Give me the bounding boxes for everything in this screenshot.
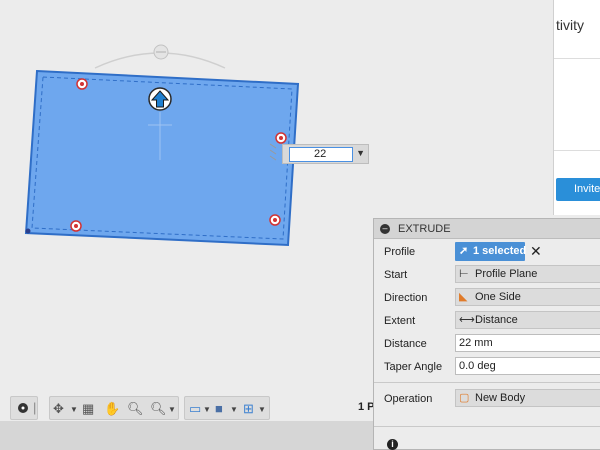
start-dropdown[interactable]: ⊢ Profile Plane — [455, 265, 600, 283]
display-group: ▭ ▼ ■ ▼ ⊞ ▼ — [184, 396, 270, 420]
direction-value: One Side — [475, 291, 521, 303]
extent-value: Distance — [475, 314, 518, 326]
taper-angle-input[interactable]: 0.0 deg — [455, 357, 600, 375]
operation-dropdown[interactable]: ▢ New Body — [455, 389, 600, 407]
distance-dimension-box: 22 ▼ — [282, 144, 369, 164]
distance-dimension-input[interactable]: 22 — [289, 147, 353, 162]
orbit-icon[interactable]: ✥ — [53, 402, 64, 416]
sketch-point-marker[interactable] — [269, 214, 281, 226]
extent-dropdown[interactable]: ⟷ Distance — [455, 311, 600, 329]
zoom-dropdown-icon[interactable]: ▼ — [168, 405, 176, 414]
distance-input[interactable]: 22 mm — [455, 334, 600, 352]
navigation-toolbar: | ✥ ▼ ▦ ✋ 🔍︎ 🔍︎ ▼ ▭ ▼ ■ ▼ ⊞ ▼ — [0, 396, 373, 420]
profile-selection-value: 1 selected — [473, 245, 527, 257]
divider-icon: | — [33, 400, 37, 415]
taper-angle-label: Taper Angle — [384, 361, 443, 373]
extrude-arrow-icon[interactable] — [148, 87, 172, 111]
new-body-icon: ▢ — [459, 392, 470, 404]
sketch-point-marker[interactable] — [275, 132, 287, 144]
rotate-manipulator-handle[interactable] — [153, 44, 169, 60]
look-at-icon[interactable]: ▦ — [82, 402, 94, 416]
orbit-dropdown-icon[interactable]: ▼ — [70, 405, 78, 414]
divider — [374, 382, 600, 383]
display-settings-group: | — [10, 396, 38, 420]
sketch-point-marker[interactable] — [70, 220, 82, 232]
origin-point — [25, 228, 31, 234]
dialog-header: – EXTRUDE — [374, 219, 600, 239]
zoom-icon[interactable]: 🔍︎ — [127, 402, 144, 416]
collapse-icon[interactable]: – — [380, 224, 390, 234]
info-icon[interactable]: i — [387, 439, 398, 450]
direction-label: Direction — [384, 292, 428, 304]
extent-label: Extent — [384, 315, 416, 327]
navigation-group: ✥ ▼ ▦ ✋ 🔍︎ 🔍︎ ▼ — [49, 396, 179, 420]
visual-style-icon[interactable]: ■ — [215, 402, 223, 416]
start-value: Profile Plane — [475, 268, 538, 280]
profile-label: Profile — [384, 246, 416, 258]
display-mode-icon[interactable]: ▭ — [189, 402, 201, 416]
one-side-icon: ◣ — [459, 291, 468, 303]
profile-plane-icon: ⊢ — [459, 268, 469, 280]
divider — [374, 426, 600, 427]
dialog-title: EXTRUDE — [398, 223, 451, 235]
visual-style-dropdown-icon[interactable]: ▼ — [230, 405, 238, 414]
fit-icon[interactable]: 🔍︎ — [150, 402, 167, 416]
distance-label: Distance — [384, 338, 427, 350]
display-mode-dropdown-icon[interactable]: ▼ — [203, 405, 211, 414]
profile-selection-button[interactable]: ➚ 1 selected — [455, 242, 527, 261]
operation-label: Operation — [384, 393, 433, 405]
pan-icon[interactable]: ✋ — [104, 402, 120, 416]
cursor-select-icon: ➚ — [459, 245, 469, 257]
bottom-status-strip — [0, 421, 373, 450]
extrude-dialog: – EXTRUDE Profile ➚ 1 selected ✕ Start ⊢… — [373, 218, 600, 450]
grid-icon[interactable]: ⊞ — [243, 402, 254, 416]
sketch-point-marker[interactable] — [76, 78, 88, 90]
distance-extent-icon: ⟷ — [459, 314, 475, 326]
clear-selection-icon[interactable]: ✕ — [530, 243, 542, 259]
grid-dropdown-icon[interactable]: ▼ — [258, 405, 266, 414]
start-label: Start — [384, 269, 408, 281]
dropdown-arrow-icon[interactable]: ▼ — [356, 148, 365, 158]
direction-dropdown[interactable]: ◣ One Side — [455, 288, 600, 306]
display-settings-icon[interactable] — [17, 402, 29, 414]
operation-value: New Body — [475, 392, 526, 404]
